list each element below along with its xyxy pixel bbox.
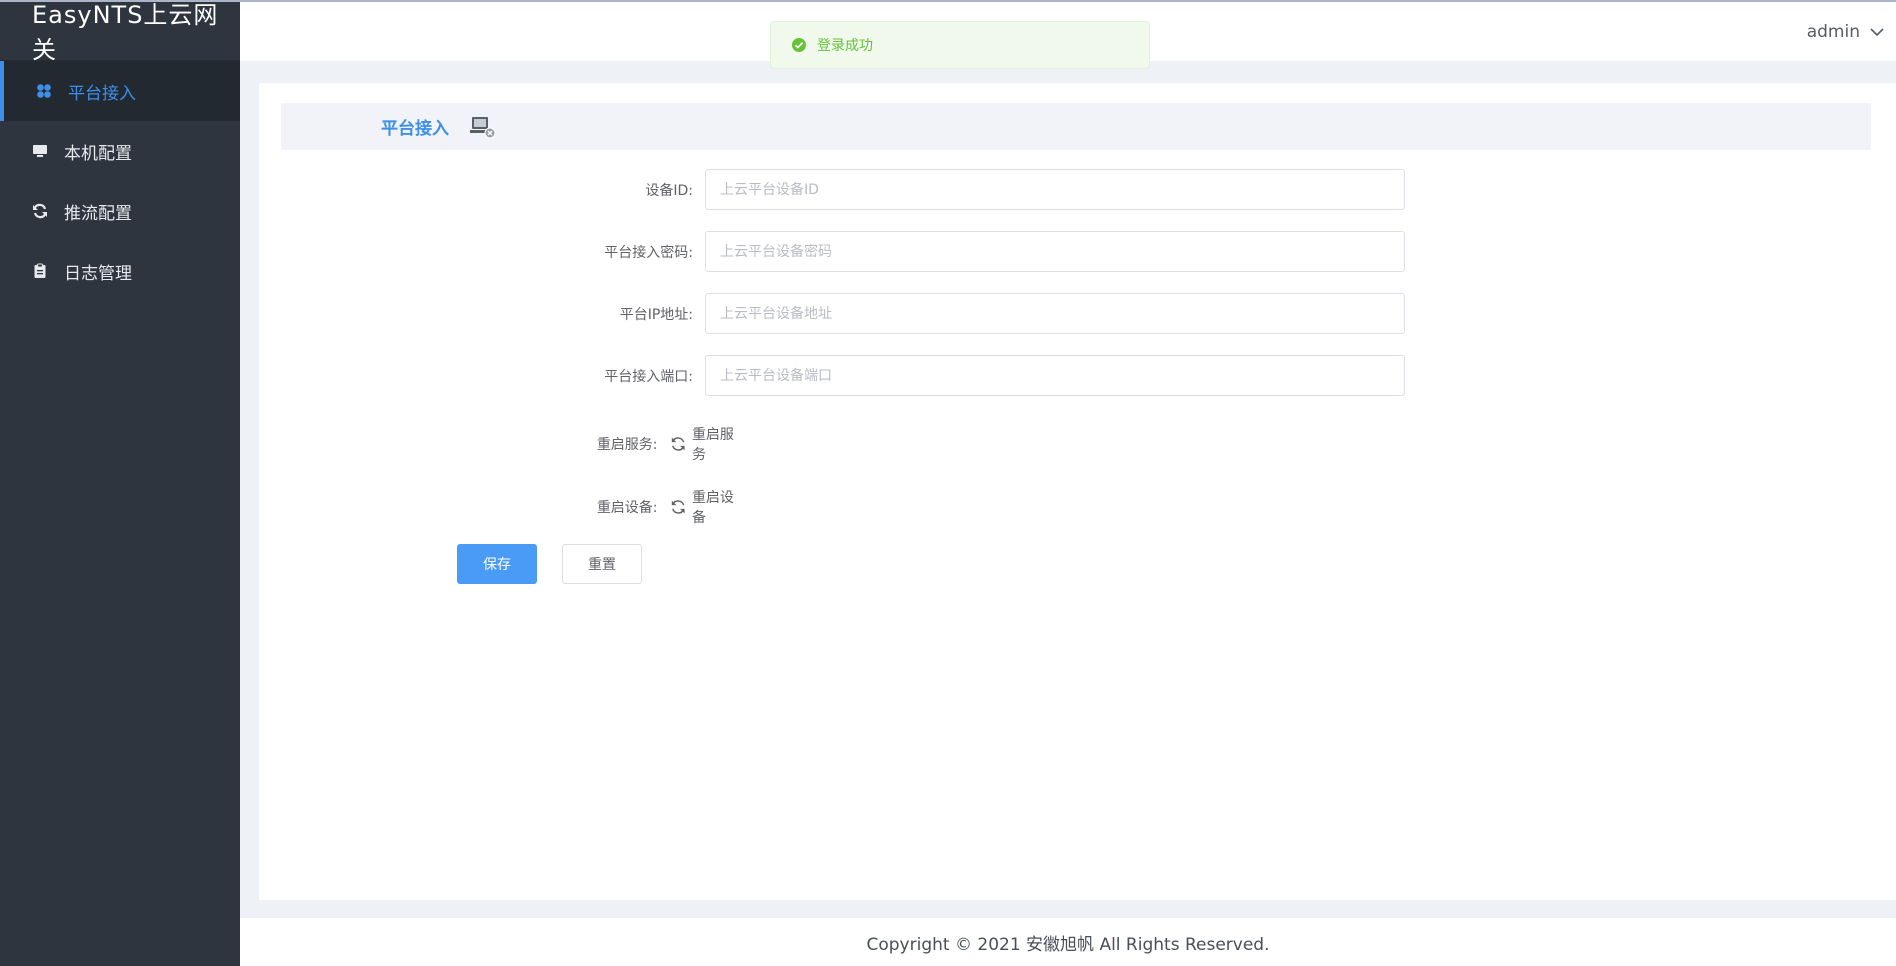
form-row-port: 平台接入端口: <box>259 355 1405 396</box>
device-id-input[interactable] <box>705 169 1405 210</box>
computer-status-icon <box>470 116 496 138</box>
sidebar-item-platform-access[interactable]: 平台接入 <box>0 61 240 121</box>
sync-icon <box>32 203 48 219</box>
restart-service-button[interactable]: 重启服务 <box>670 424 743 464</box>
refresh-icon <box>671 437 685 451</box>
check-circle-icon <box>792 38 806 52</box>
cubes-icon <box>36 83 52 99</box>
section-header: 平台接入 <box>281 103 1871 150</box>
chevron-down-icon <box>1870 28 1884 37</box>
password-label: 平台接入密码: <box>604 244 693 261</box>
form-row-password: 平台接入密码: <box>259 231 1405 272</box>
restart-device-button[interactable]: 重启设备 <box>670 487 743 527</box>
sidebar-item-label: 平台接入 <box>68 83 136 104</box>
save-button[interactable]: 保存 <box>457 544 537 584</box>
sidebar-nav: 平台接入 本机配置 推流配置 日志管理 <box>0 61 240 301</box>
user-menu[interactable]: admin <box>1807 22 1884 42</box>
app-title: EasyNTS上云网关 <box>0 0 240 64</box>
sidebar: EasyNTS上云网关 平台接入 本机配置 推流配置 日志管理 <box>0 0 240 966</box>
reset-button[interactable]: 重置 <box>562 544 642 584</box>
restart-device-text: 重启设备 <box>691 490 734 526</box>
restart-device-label: 重启设备: <box>596 500 658 516</box>
ip-label: 平台IP地址: <box>619 306 693 323</box>
sidebar-item-label: 本机配置 <box>64 143 132 164</box>
port-input[interactable] <box>705 355 1405 396</box>
form-row-ip: 平台IP地址: <box>259 293 1405 334</box>
footer: Copyright © 2021 安徽旭帆 All Rights Reserve… <box>240 918 1896 966</box>
copyright-text: Copyright © 2021 安徽旭帆 All Rights Reserve… <box>866 934 1270 955</box>
form-row-restart-service: 重启服务: 重启服务 <box>259 424 743 464</box>
section-title: 平台接入 <box>381 119 449 139</box>
monitor-icon <box>32 143 48 159</box>
restart-service-text: 重启服务 <box>691 427 734 463</box>
top-border <box>0 0 1896 2</box>
success-toast: 登录成功 <box>770 21 1150 69</box>
toast-message: 登录成功 <box>817 38 873 54</box>
form-row-restart-device: 重启设备: 重启设备 <box>259 487 743 527</box>
sidebar-item-local-config[interactable]: 本机配置 <box>0 121 240 181</box>
form-row-device-id: 设备ID: <box>259 169 1405 210</box>
port-label: 平台接入端口: <box>604 368 693 385</box>
password-input[interactable] <box>705 231 1405 272</box>
restart-service-label: 重启服务: <box>596 437 658 453</box>
sidebar-item-label: 推流配置 <box>64 203 132 224</box>
device-id-label: 设备ID: <box>645 182 693 199</box>
sidebar-item-label: 日志管理 <box>64 263 132 284</box>
sidebar-item-log-management[interactable]: 日志管理 <box>0 241 240 301</box>
sidebar-item-stream-config[interactable]: 推流配置 <box>0 181 240 241</box>
ip-input[interactable] <box>705 293 1405 334</box>
username: admin <box>1806 22 1860 42</box>
main-content: 平台接入 设备ID: 平台接入密码: 平台IP地址: 平台接入端口: 重启服务: <box>259 83 1896 900</box>
refresh-icon <box>671 500 685 514</box>
clipboard-icon <box>32 263 48 279</box>
